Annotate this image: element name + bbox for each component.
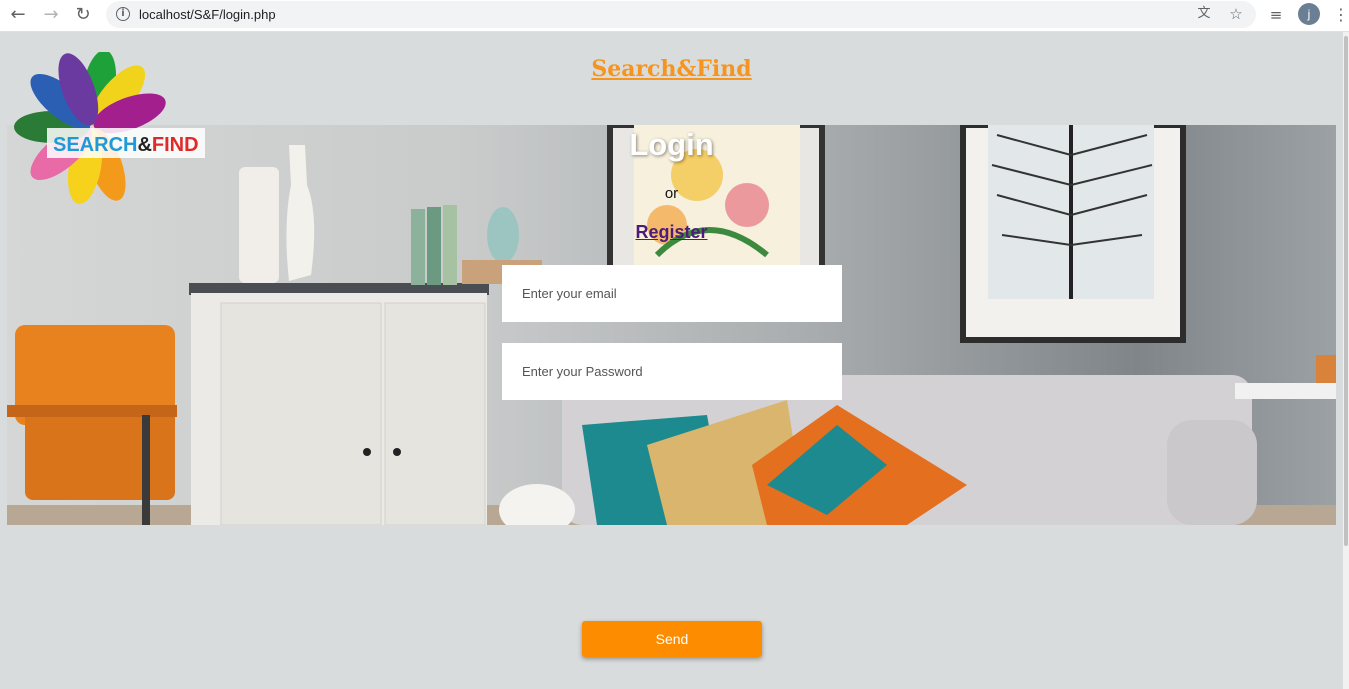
password-field[interactable] bbox=[502, 343, 842, 400]
star-icon[interactable]: ☆ bbox=[1226, 4, 1246, 24]
forward-arrow-icon[interactable]: → bbox=[40, 4, 62, 26]
logo-lettering: SEARCH&FIND bbox=[53, 134, 199, 156]
login-title: Login bbox=[629, 127, 714, 162]
kebab-menu-icon[interactable]: ⋮ bbox=[1333, 4, 1349, 26]
browser-toolbar: ← → ↻ i localhost/S&F/login.php ⽂ ☆ ≡ j … bbox=[0, 0, 1349, 32]
url-text[interactable]: localhost/S&F/login.php bbox=[139, 7, 276, 22]
reload-icon[interactable]: ↻ bbox=[72, 4, 94, 26]
or-separator: or bbox=[664, 185, 679, 202]
scrollbar-thumb[interactable] bbox=[1344, 36, 1348, 546]
page-scrollbar[interactable] bbox=[1343, 32, 1349, 689]
logo: SEARCH&FIND bbox=[7, 50, 207, 212]
email-field[interactable] bbox=[502, 265, 842, 322]
media-playlist-icon[interactable]: ≡ bbox=[1266, 5, 1286, 25]
flower-logo-icon: SEARCH&FIND bbox=[14, 50, 205, 204]
info-icon[interactable]: i bbox=[116, 7, 130, 21]
back-arrow-icon[interactable]: ← bbox=[7, 4, 29, 26]
translate-icon[interactable]: ⽂ bbox=[1194, 4, 1214, 24]
send-button[interactable]: Send bbox=[582, 621, 762, 657]
register-link[interactable]: Register bbox=[570, 222, 773, 243]
avatar[interactable]: j bbox=[1298, 3, 1320, 25]
address-bar[interactable]: i localhost/S&F/login.php ⽂ ☆ bbox=[106, 1, 1256, 28]
